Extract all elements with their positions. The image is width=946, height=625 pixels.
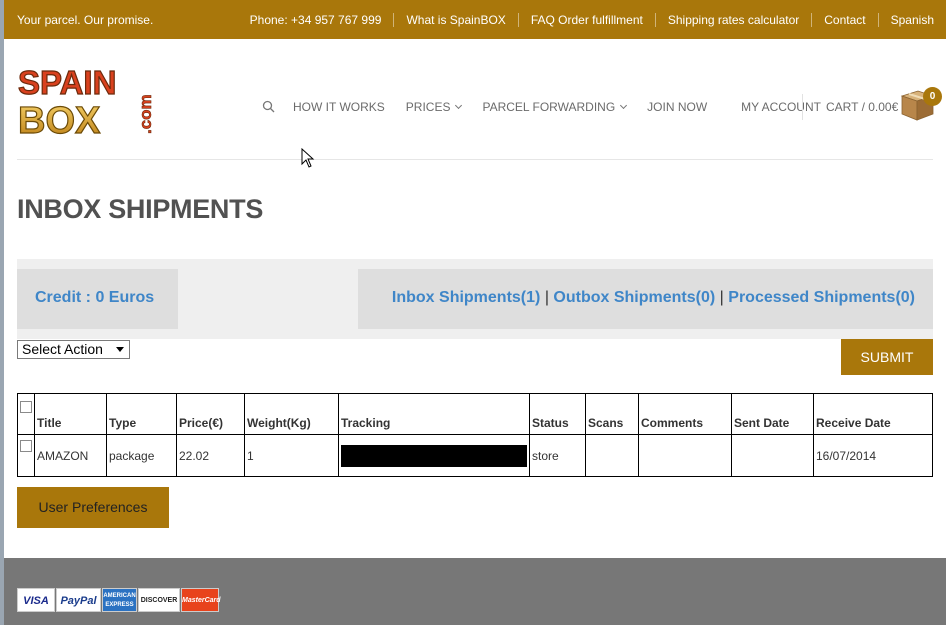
- nav-parcel-forwarding-label: PARCEL FORWARDING: [482, 100, 616, 114]
- faq-link[interactable]: FAQ Order fulfillment: [517, 13, 655, 27]
- paypal-card-icon: PayPal: [56, 588, 101, 612]
- credit-text: Credit : 0 Euros: [35, 289, 155, 306]
- window-edge: [0, 0, 4, 625]
- nav-my-account-label: MY ACCOUNT: [741, 100, 821, 114]
- top-links: Phone: +34 957 767 999 What is SpainBOX …: [238, 13, 946, 27]
- shipping-calculator-link[interactable]: Shipping rates calculator: [654, 13, 811, 27]
- slogan: Your parcel. Our promise.: [17, 13, 154, 27]
- cart-count-badge: 0: [923, 87, 942, 106]
- nav-prices[interactable]: PRICES: [405, 100, 463, 114]
- processed-shipments-link[interactable]: Processed Shipments(0): [728, 289, 915, 306]
- cell-tracking: [338, 434, 530, 477]
- shipment-links-box: Inbox Shipments(1) | Outbox Shipments(0)…: [358, 269, 933, 329]
- shipment-links: Inbox Shipments(1) | Outbox Shipments(0)…: [392, 289, 915, 307]
- search-icon[interactable]: [262, 100, 276, 114]
- column-header: Sent Date: [731, 393, 814, 435]
- outbox-shipments-link[interactable]: Outbox Shipments(0): [553, 289, 715, 306]
- nav-how-it-works[interactable]: HOW IT WORKS: [293, 100, 385, 114]
- logo-text-spain: SPAIN: [18, 64, 116, 101]
- mouse-cursor-icon: [301, 148, 315, 168]
- cell-sent-date: [731, 434, 814, 477]
- credit-box: Credit : 0 Euros: [17, 269, 178, 329]
- column-header: Receive Date: [813, 393, 933, 435]
- dropdown-arrow-icon: [116, 347, 124, 352]
- payment-cards: VISA PayPal AMERICAN EXPRESS DISCOVER Ma…: [17, 588, 221, 612]
- row-checkbox-cell: [17, 434, 35, 477]
- nav-parcel-forwarding[interactable]: PARCEL FORWARDING: [482, 100, 628, 114]
- cell-weight: 1: [244, 434, 339, 477]
- row-checkbox[interactable]: [20, 440, 32, 452]
- what-is-spainbox-link[interactable]: What is SpainBOX: [393, 13, 517, 27]
- column-header: Type: [106, 393, 177, 435]
- column-header: Status: [529, 393, 586, 435]
- column-header: Price(€): [176, 393, 245, 435]
- phone-link[interactable]: Phone: +34 957 767 999: [238, 13, 394, 27]
- column-header: Weight(Kg): [244, 393, 339, 435]
- discover-card-icon: DISCOVER: [138, 588, 180, 612]
- amex-card-icon: AMERICAN EXPRESS: [102, 588, 137, 612]
- page-title: INBOX SHIPMENTS: [17, 194, 264, 224]
- shipments-table: Title Type Price(€) Weight(Kg) Tracking …: [17, 393, 933, 477]
- nav-prices-label: PRICES: [405, 100, 451, 114]
- contact-link[interactable]: Contact: [811, 13, 877, 27]
- logo-text-com: .com: [136, 94, 155, 134]
- nav-my-account[interactable]: MY ACCOUNT: [741, 100, 821, 114]
- cart-link[interactable]: CART / 0.00€: [826, 100, 898, 114]
- action-select[interactable]: Select Action: [17, 340, 130, 359]
- mastercard-card-icon: MasterCard: [181, 588, 221, 612]
- language-link[interactable]: Spanish: [877, 13, 946, 27]
- header-checkbox-cell: [17, 393, 35, 435]
- link-separator: |: [719, 289, 724, 306]
- table-header-row: Title Type Price(€) Weight(Kg) Tracking …: [17, 393, 933, 435]
- cell-receive-date: 16/07/2014: [813, 434, 933, 477]
- user-preferences-button[interactable]: User Preferences: [17, 487, 169, 528]
- action-select-value: Select Action: [22, 341, 103, 357]
- chevron-down-icon: [620, 101, 628, 110]
- chevron-down-icon: [455, 101, 463, 110]
- cell-status: store: [529, 434, 586, 477]
- nav-join-now-label: JOIN NOW: [647, 100, 708, 114]
- header-divider: [17, 159, 933, 160]
- cell-scans: [585, 434, 639, 477]
- nav-divider: [802, 94, 803, 120]
- table-row: AMAZON package 22.02 1 store 16/07/2014: [17, 434, 933, 477]
- main-nav: HOW IT WORKS PRICES PARCEL FORWARDING JO…: [262, 100, 842, 114]
- visa-card-icon: VISA: [17, 588, 55, 612]
- top-bar: Your parcel. Our promise. Phone: +34 957…: [4, 0, 946, 39]
- link-separator: |: [544, 289, 549, 306]
- cell-comments: [638, 434, 732, 477]
- column-header: Comments: [638, 393, 732, 435]
- nav-join-now[interactable]: JOIN NOW: [647, 100, 707, 114]
- cell-price: 22.02: [176, 434, 245, 477]
- logo-text-box: BOX: [18, 100, 101, 138]
- column-header: Tracking: [338, 393, 530, 435]
- select-all-checkbox[interactable]: [20, 401, 32, 413]
- cell-type: package: [106, 434, 177, 477]
- nav-how-it-works-label: HOW IT WORKS: [293, 100, 385, 114]
- column-header: Scans: [585, 393, 639, 435]
- column-header: Title: [34, 393, 107, 435]
- spainbox-logo[interactable]: SPAIN BOX .com: [17, 64, 155, 138]
- submit-button[interactable]: SUBMIT: [841, 339, 933, 375]
- redacted-tracking: [341, 444, 527, 467]
- cell-title: AMAZON: [34, 434, 107, 477]
- inbox-shipments-link[interactable]: Inbox Shipments(1): [392, 289, 540, 306]
